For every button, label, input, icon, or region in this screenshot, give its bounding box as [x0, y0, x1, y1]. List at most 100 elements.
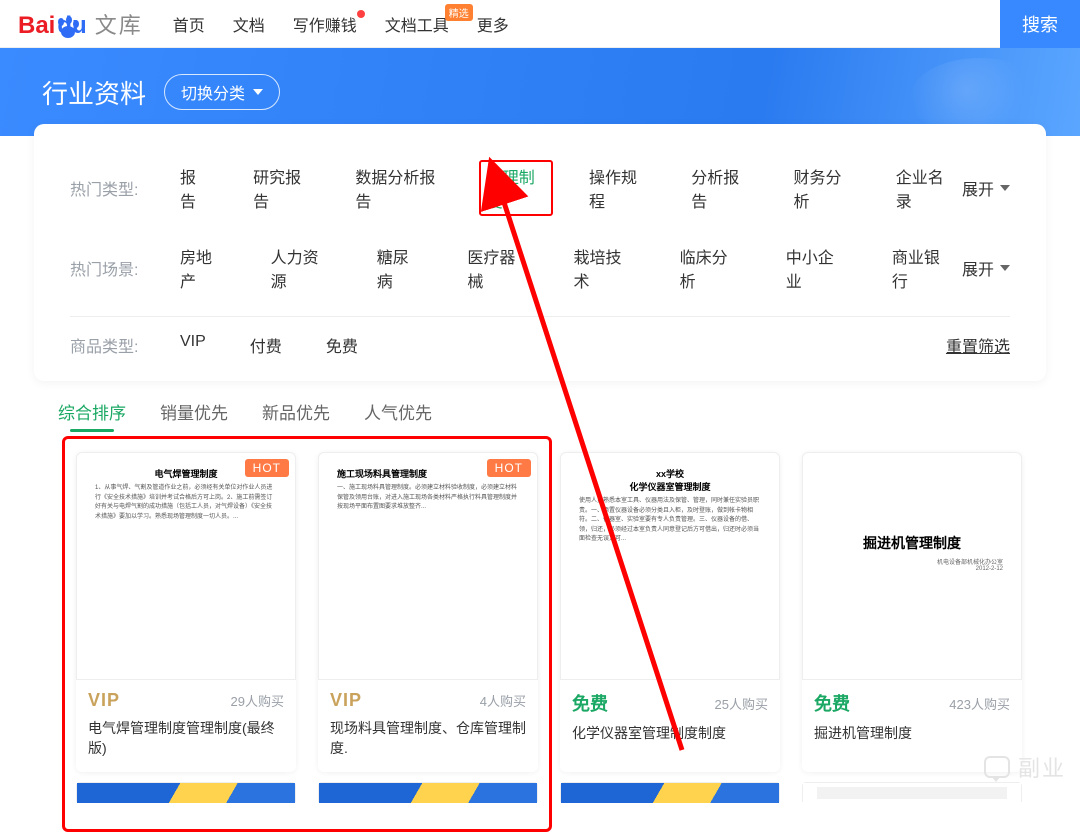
chip-operation[interactable]: 操作规程 [581, 160, 655, 216]
result-card[interactable] [318, 782, 538, 802]
chevron-down-icon [1000, 185, 1010, 191]
chip-free[interactable]: 免费 [318, 329, 366, 361]
chip-diabetes[interactable]: 糖尿病 [369, 240, 432, 296]
watermark: 副业 [984, 751, 1066, 783]
free-badge: 免费 [572, 690, 608, 716]
chip-clinical[interactable]: 临床分析 [672, 240, 750, 296]
doc-preview-body: 1、从事气焊、气割及管道作业之前，必须经有关单位对作业人员进行《安全技术措施》培… [77, 484, 295, 522]
nav-write[interactable]: 写作赚钱 [293, 12, 357, 36]
buyers-count: 25人购买 [715, 694, 768, 713]
expand-scene-button[interactable]: 展开 [962, 256, 1010, 280]
expand-scene-label: 展开 [962, 256, 994, 280]
free-badge: 免费 [814, 690, 850, 716]
buyers-count: 423人购买 [949, 694, 1010, 713]
filter-product-label: 商品类型: [70, 333, 150, 357]
result-card[interactable]: 掘进机管理制度 机电设备部机械化办公室 2012-2-12 免费 423人购买 … [802, 452, 1022, 772]
nav-tools-label: 文档工具 [385, 18, 449, 35]
sort-new[interactable]: 新品优先 [262, 399, 330, 436]
result-card[interactable] [560, 782, 780, 802]
result-card[interactable]: xx学校 化学仪器室管理制度 使用人员熟悉本室工具、仪器用法及保管、管理，同时兼… [560, 452, 780, 772]
chip-report[interactable]: 报告 [172, 160, 217, 216]
hot-badge: HOT [487, 459, 531, 477]
card-meta: VIP 4人购买 [318, 680, 538, 715]
nav-docs[interactable]: 文档 [233, 12, 265, 36]
chip-cultivation[interactable]: 栽培技术 [565, 240, 643, 296]
chip-commercial-bank[interactable]: 商业银行 [884, 240, 962, 296]
results-row-2 [34, 772, 1046, 802]
chip-enterprise-directory[interactable]: 企业名录 [888, 160, 962, 216]
nav-tools[interactable]: 文档工具精选 [385, 12, 449, 36]
sort-popularity[interactable]: 人气优先 [364, 399, 432, 436]
banner-title: 行业资料 [42, 74, 146, 111]
doc-preview-title: 掘进机管理制度 [811, 533, 1013, 553]
filter-scene-label: 热门场景: [70, 256, 150, 280]
sort-sales[interactable]: 销量优先 [160, 399, 228, 436]
filter-product-chips: VIP 付费 免费 [172, 329, 946, 361]
logo-bai: Bai [18, 12, 55, 40]
filter-row-product: 商品类型: VIP 付费 免费 重置筛选 [70, 317, 1010, 373]
card-title: 电气焊管理制度管理制度(最终版) [76, 715, 296, 772]
doc-preview-sub: 机电设备部机械化办公室 2012-2-12 [803, 557, 1003, 572]
nav-write-label: 写作赚钱 [293, 18, 357, 35]
filter-row-type: 热门类型: 报告 研究报告 数据分析报告 管理制度 操作规程 分析报告 财务分析… [70, 148, 1010, 228]
reset-filter-button[interactable]: 重置筛选 [946, 333, 1010, 357]
results-grid: HOT 电气焊管理制度 1、从事气焊、气割及管道作业之前，必须经有关单位对作业人… [34, 436, 1046, 772]
doc-preview-body: 一、施工现场料具管理制度。必须建立材料验收制度，必须建立材料保管及领用台账，对进… [319, 484, 537, 513]
category-banner: 行业资料 切换分类 [0, 48, 1080, 136]
top-nav: 首页 文档 写作赚钱 文档工具精选 更多 [173, 12, 509, 36]
chip-sme[interactable]: 中小企业 [778, 240, 856, 296]
watermark-text: 副业 [1018, 751, 1066, 783]
nav-more[interactable]: 更多 [477, 12, 509, 36]
switch-category-button[interactable]: 切换分类 [164, 74, 280, 110]
result-card[interactable] [802, 782, 1022, 802]
results: HOT 电气焊管理制度 1、从事气焊、气割及管道作业之前，必须经有关单位对作业人… [34, 436, 1046, 802]
result-card[interactable] [76, 782, 296, 802]
chip-realestate[interactable]: 房地产 [172, 240, 235, 296]
sort-bar: 综合排序 销量优先 新品优先 人气优先 [58, 399, 1046, 436]
paw-icon [53, 16, 83, 40]
chip-medical-device[interactable]: 医疗器械 [459, 240, 537, 296]
chip-financial-analysis[interactable]: 财务分析 [785, 160, 859, 216]
nav-home[interactable]: 首页 [173, 12, 205, 36]
chip-hr[interactable]: 人力资源 [263, 240, 341, 296]
doc-thumbnail: xx学校 化学仪器室管理制度 使用人员熟悉本室工具、仪器用法及保管、管理，同时兼… [560, 452, 780, 680]
chip-data-analysis[interactable]: 数据分析报告 [347, 160, 450, 216]
filter-scene-chips: 房地产 人力资源 糖尿病 医疗器械 栽培技术 临床分析 中小企业 商业银行 [172, 240, 962, 296]
doc-thumbnail: 掘进机管理制度 机电设备部机械化办公室 2012-2-12 [802, 452, 1022, 680]
sort-comprehensive[interactable]: 综合排序 [58, 399, 126, 436]
chip-paid[interactable]: 付费 [242, 329, 290, 361]
result-card[interactable]: HOT 电气焊管理制度 1、从事气焊、气割及管道作业之前，必须经有关单位对作业人… [76, 452, 296, 772]
card-meta: VIP 29人购买 [76, 680, 296, 715]
chevron-down-icon [1000, 265, 1010, 271]
expand-type-button[interactable]: 展开 [962, 176, 1010, 200]
expand-type-label: 展开 [962, 176, 994, 200]
hot-badge: HOT [245, 459, 289, 477]
notification-dot-icon [357, 10, 365, 18]
filter-panel: 热门类型: 报告 研究报告 数据分析报告 管理制度 操作规程 分析报告 财务分析… [34, 124, 1046, 381]
chip-management-system[interactable]: 管理制度 [479, 160, 553, 216]
vip-badge: VIP [330, 690, 362, 711]
vip-badge: VIP [88, 690, 120, 711]
result-card[interactable]: HOT 施工现场料具管理制度 一、施工现场料具管理制度。必须建立材料验收制度，必… [318, 452, 538, 772]
switch-category-label: 切换分类 [181, 80, 245, 104]
chip-analysis-report[interactable]: 分析报告 [683, 160, 757, 216]
baidu-wenku-logo[interactable]: Bai du 文库 [18, 8, 143, 40]
wechat-icon [984, 756, 1010, 778]
doc-preview-title: xx学校 化学仪器室管理制度 [569, 467, 771, 493]
card-meta: 免费 423人购买 [802, 680, 1022, 720]
chip-research-report[interactable]: 研究报告 [245, 160, 319, 216]
top-bar: Bai du 文库 首页 文档 写作赚钱 文档工具精选 更多 搜索 [0, 0, 1080, 48]
card-meta: 免费 25人购买 [560, 680, 780, 720]
chip-vip[interactable]: VIP [172, 329, 214, 361]
logo-wenku: 文库 [95, 8, 143, 40]
buyers-count: 29人购买 [231, 691, 284, 710]
nav-tools-tag: 精选 [445, 4, 473, 21]
doc-thumbnail: HOT 施工现场料具管理制度 一、施工现场料具管理制度。必须建立材料验收制度，必… [318, 452, 538, 680]
logo-du-wrap: du [57, 12, 86, 40]
doc-preview-body: 使用人员熟悉本室工具、仪器用法及保管、管理，同时兼任实验员职责。一、添置仪器设备… [561, 497, 779, 545]
chevron-down-icon [253, 89, 263, 95]
filter-row-scene: 热门场景: 房地产 人力资源 糖尿病 医疗器械 栽培技术 临床分析 中小企业 商… [70, 228, 1010, 308]
buyers-count: 4人购买 [480, 691, 526, 710]
card-title: 化学仪器室管理制度制度 [560, 720, 780, 772]
search-button[interactable]: 搜索 [1000, 0, 1080, 48]
